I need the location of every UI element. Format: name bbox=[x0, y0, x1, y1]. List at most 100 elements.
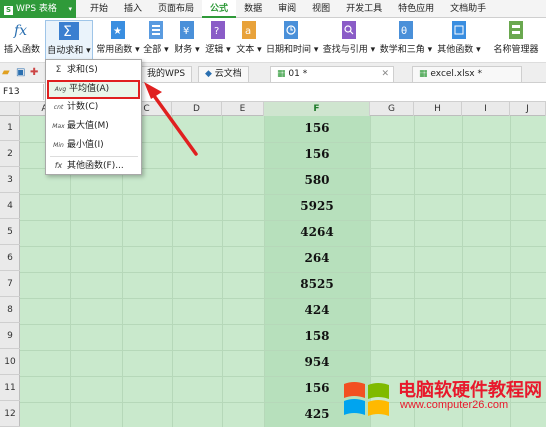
chevron-down-icon: ▾ bbox=[68, 5, 72, 13]
cell-f6[interactable]: 264 bbox=[264, 246, 370, 271]
cell-f5[interactable]: 4264 bbox=[264, 220, 370, 245]
menu-item-more-functions[interactable]: fx 其他函数(F)... bbox=[47, 156, 140, 175]
menu-item-average[interactable]: Avg 平均值(A) bbox=[47, 80, 140, 99]
all-functions-button[interactable]: 全部 ▾ bbox=[142, 20, 170, 55]
logical-button[interactable]: ? 逻辑 ▾ bbox=[203, 20, 233, 55]
svg-text:¥: ¥ bbox=[183, 26, 189, 37]
text-functions-button[interactable]: a 文本 ▾ bbox=[234, 20, 264, 55]
lookup-icon bbox=[342, 21, 356, 39]
row-header[interactable]: 8 bbox=[0, 298, 20, 323]
fx-icon: fx bbox=[54, 161, 63, 170]
app-menu-button[interactable]: S WPS 表格 ▾ bbox=[0, 0, 76, 18]
row-header[interactable]: 7 bbox=[0, 272, 20, 297]
row-headers: 1 2 3 4 5 6 7 8 9 10 11 12 bbox=[0, 116, 20, 427]
all-functions-icon bbox=[149, 21, 163, 39]
open-folder-icon[interactable]: ▰ bbox=[2, 67, 10, 78]
financial-icon: ¥ bbox=[180, 21, 194, 39]
save-icon[interactable]: ▣ bbox=[16, 67, 25, 78]
tab-developer[interactable]: 开发工具 bbox=[338, 0, 390, 18]
watermark: 电脑软硬件教程网 www.computer26.com bbox=[340, 372, 546, 427]
sigma-icon: Σ bbox=[55, 65, 62, 75]
column-header[interactable]: J bbox=[510, 102, 546, 116]
tab-view[interactable]: 视图 bbox=[304, 0, 338, 18]
other-functions-button[interactable]: 其他函数 ▾ bbox=[435, 20, 483, 55]
avg-icon: Avg bbox=[54, 86, 67, 93]
row-header[interactable]: 6 bbox=[0, 246, 20, 271]
menu-tabs: 开始 插入 页面布局 公式 数据 审阅 视图 开发工具 特色应用 文档助手 bbox=[82, 0, 494, 18]
row-header[interactable]: 9 bbox=[0, 324, 20, 349]
max-icon: Max bbox=[52, 123, 65, 130]
menu-item-min[interactable]: Min 最小值(I) bbox=[47, 136, 140, 155]
column-header[interactable]: I bbox=[462, 102, 510, 116]
math-button[interactable]: θ 数学和三角 ▾ bbox=[378, 20, 434, 55]
lookup-button[interactable]: 查找与引用 ▾ bbox=[322, 20, 376, 55]
cell-f1[interactable]: 156 bbox=[264, 116, 370, 141]
doctab-excel-xlsx[interactable]: ▦ excel.xlsx * bbox=[412, 66, 522, 82]
autosum-dropdown-menu: Σ 求和(S) Avg 平均值(A) cnt 计数(C) Max 最大值(M) Min 最… bbox=[45, 59, 142, 175]
tab-formulas[interactable]: 公式 bbox=[202, 0, 237, 18]
sigma-icon: Σ bbox=[59, 22, 79, 40]
insert-function-button[interactable]: fx 插入函数 bbox=[2, 20, 42, 55]
row-header[interactable]: 1 bbox=[0, 116, 20, 141]
close-icon[interactable]: ✕ bbox=[381, 67, 389, 81]
column-header[interactable]: D bbox=[172, 102, 222, 116]
svg-text:θ: θ bbox=[401, 26, 407, 37]
tab-data[interactable]: 数据 bbox=[236, 0, 270, 18]
tab-features[interactable]: 特色应用 bbox=[390, 0, 442, 18]
datetime-button[interactable]: 日期和时间 ▾ bbox=[266, 20, 318, 55]
column-header[interactable]: E bbox=[222, 102, 264, 116]
tab-review[interactable]: 审阅 bbox=[270, 0, 304, 18]
row-header[interactable]: 10 bbox=[0, 350, 20, 375]
star-book-icon: ★ bbox=[111, 21, 125, 39]
column-header-selected[interactable]: F bbox=[264, 102, 370, 116]
row-header[interactable]: 11 bbox=[0, 376, 20, 401]
financial-button[interactable]: ¥ 财务 ▾ bbox=[172, 20, 202, 55]
svg-text:a: a bbox=[245, 26, 251, 37]
tab-insert[interactable]: 插入 bbox=[116, 0, 150, 18]
menu-item-max[interactable]: Max 最大值(M) bbox=[47, 117, 140, 136]
app-title: WPS 表格 bbox=[16, 4, 57, 14]
watermark-url: www.computer26.com bbox=[400, 399, 509, 411]
name-manager-icon bbox=[509, 21, 523, 39]
title-bar: S WPS 表格 ▾ 开始 插入 页面布局 公式 数据 审阅 视图 开发工具 特色应用 文档助手 bbox=[0, 0, 546, 18]
column-header[interactable]: G bbox=[370, 102, 414, 116]
cell-f8[interactable]: 424 bbox=[264, 298, 370, 323]
doctab-my-wps[interactable]: 我的WPS bbox=[140, 66, 193, 82]
math-icon: θ bbox=[399, 21, 413, 39]
tab-doc-assistant[interactable]: 文档助手 bbox=[442, 0, 494, 18]
tab-page-layout[interactable]: 页面布局 bbox=[150, 0, 202, 18]
min-icon: Min bbox=[53, 142, 64, 149]
wps-logo-icon: S bbox=[4, 6, 13, 15]
cloud-icon: ◆ bbox=[205, 69, 212, 79]
cell-f4[interactable]: 5925 bbox=[264, 194, 370, 219]
insert-function-label: 插入函数 bbox=[3, 45, 40, 55]
column-header[interactable]: H bbox=[414, 102, 462, 116]
svg-text:fx: fx bbox=[13, 23, 27, 39]
row-header[interactable]: 12 bbox=[0, 402, 20, 427]
row-header[interactable]: 3 bbox=[0, 168, 20, 193]
svg-text:?: ? bbox=[214, 26, 219, 37]
name-manager-button[interactable]: 名称管理器 bbox=[488, 20, 544, 55]
tab-home[interactable]: 开始 bbox=[82, 0, 116, 18]
cell-f9[interactable]: 158 bbox=[264, 324, 370, 349]
doctab-cloud-docs[interactable]: ◆ 云文档 bbox=[198, 66, 249, 82]
row-header[interactable]: 4 bbox=[0, 194, 20, 219]
sheet-icon: ▦ bbox=[277, 69, 286, 79]
autosum-button[interactable]: Σ 自动求和 ▾ bbox=[45, 20, 93, 60]
name-box[interactable]: F13 bbox=[0, 84, 44, 100]
cell-f3[interactable]: 580 bbox=[264, 168, 370, 193]
new-icon[interactable]: ✚ bbox=[30, 67, 38, 78]
menu-item-sum[interactable]: Σ 求和(S) bbox=[47, 61, 140, 80]
menu-item-count[interactable]: cnt 计数(C) bbox=[47, 98, 140, 117]
row-header[interactable]: 5 bbox=[0, 220, 20, 245]
cell-f7[interactable]: 8525 bbox=[264, 272, 370, 297]
cnt-icon: cnt bbox=[53, 104, 64, 111]
clock-icon bbox=[284, 21, 298, 39]
cell-f2[interactable]: 156 bbox=[264, 142, 370, 167]
windows-logo-icon bbox=[344, 382, 389, 416]
doctab-01[interactable]: ▦ 01 * ✕ bbox=[270, 66, 394, 82]
svg-text:Σ: Σ bbox=[63, 24, 72, 40]
select-all-corner[interactable] bbox=[0, 102, 20, 116]
row-header[interactable]: 2 bbox=[0, 142, 20, 167]
common-functions-button[interactable]: ★ 常用函数 ▾ bbox=[95, 20, 141, 55]
